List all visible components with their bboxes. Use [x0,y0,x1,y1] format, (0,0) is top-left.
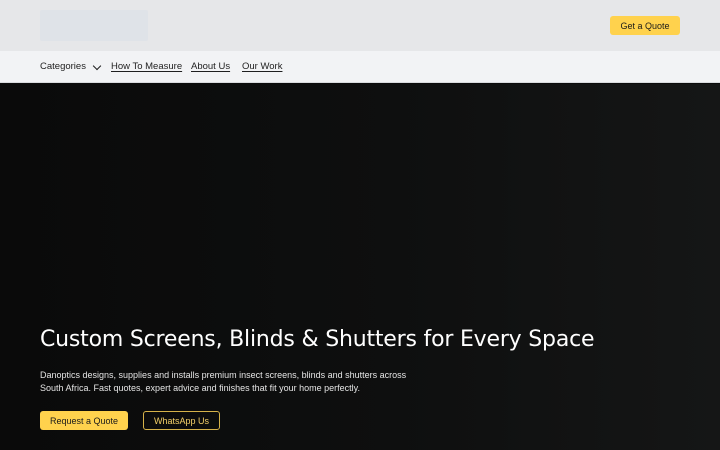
nav-item-our-work[interactable]: Our Work [242,61,282,73]
get-quote-button[interactable]: Get a Quote [610,16,680,35]
chevron-down-icon [92,61,102,70]
whatsapp-button[interactable]: WhatsApp Us [143,411,220,430]
page: Get a Quote Categories How To Measure Ab… [0,0,720,450]
hero-title: Custom Screens, Blinds & Shutters for Ev… [40,327,595,352]
nav-item-label: Categories [40,61,86,72]
logo[interactable] [40,10,148,41]
nav-item-categories[interactable]: Categories [40,61,102,73]
hero-section: Custom Screens, Blinds & Shutters for Ev… [0,84,720,450]
site-header: Get a Quote [0,0,720,51]
main-nav: Categories How To Measure About Us Our W… [0,51,720,83]
request-quote-button[interactable]: Request a Quote [40,411,128,430]
nav-item-how-to-measure[interactable]: How To Measure [111,61,182,73]
nav-item-about-us[interactable]: About Us [191,61,230,73]
hero-description: Danoptics designs, supplies and installs… [40,370,407,393]
